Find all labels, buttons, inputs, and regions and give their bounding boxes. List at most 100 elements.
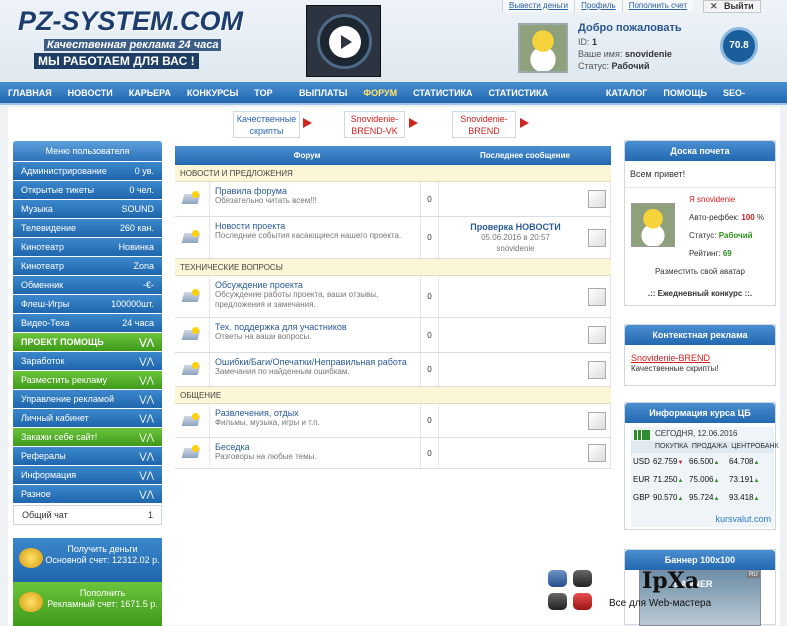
menu-item-place-ad[interactable]: Разместить рекламу ⋁⋀ (13, 371, 162, 389)
menu-item-project-help[interactable]: ПРОЕКТ ПОМОЩЬ ⋁⋀ (13, 333, 162, 351)
menu-item-earnings[interactable]: Заработок ⋁⋀ (13, 352, 162, 370)
site-logo[interactable]: PZ-SYSTEM.COM (18, 6, 243, 37)
menu-item-video[interactable]: Видео-Теха 24 часа (13, 314, 162, 332)
nav-career[interactable]: КАРЬЕРА (121, 82, 179, 103)
menu-item-tickets[interactable]: Открытые тикеты 0 чел. (13, 181, 162, 199)
menu-item-manage-ads[interactable]: Управление рекламой ⋁⋀ (13, 390, 162, 408)
promo-scripts[interactable]: Качественные скрипты (233, 111, 300, 138)
promo-brend-vk[interactable]: Snovidenie- BREND-VK (344, 111, 405, 138)
nav-payouts[interactable]: ВЫПЛАТЫ (291, 82, 355, 103)
last-thumb[interactable] (588, 326, 606, 344)
menu-item-cinema[interactable]: Кинотеатр Новинка (13, 238, 162, 256)
rates-source-link[interactable]: kursvalut.com (715, 514, 771, 524)
down-arrow-icon: ▼ (677, 460, 684, 466)
profile-link[interactable]: Профиль (574, 0, 622, 12)
menu-item-flash-games[interactable]: Флеш-Игры 100000шт. (13, 295, 162, 313)
menu-item-misc[interactable]: Разное ⋁⋀ (13, 485, 162, 503)
ipxa-logo[interactable]: IpXa Все для Web-мастера (548, 568, 758, 625)
last-thumb[interactable] (588, 287, 606, 306)
cb-rates-box: Информация курса ЦБ СЕГОДНЯ, 12.06.2016 … (624, 402, 779, 530)
topup-link[interactable]: Пополнить счет (621, 0, 694, 12)
withdraw-link[interactable]: Вывести деньги (502, 0, 575, 12)
last-user[interactable]: snovidenie (496, 244, 534, 253)
promo-brend-line1: Snovidenie- (460, 114, 508, 124)
user-status-line: Статус: Рабочий (578, 60, 708, 72)
nav-forum[interactable]: ФОРУМ (355, 82, 405, 103)
menu-item-info[interactable]: Информация ⋁⋀ (13, 466, 162, 484)
menu-label: Кинотеатр (21, 242, 65, 252)
up-arrow-icon: ▲ (713, 460, 720, 466)
last-thumb[interactable] (588, 444, 606, 462)
menu-item-cinema-zona[interactable]: Кинотеатр Zona (13, 257, 162, 275)
honor-rating-line: Рейтинг: 69 (689, 245, 764, 263)
last-thumb[interactable] (588, 360, 606, 379)
menu-item-admin[interactable]: Администрирование 0 ув. (13, 162, 162, 180)
forum-row[interactable]: Тех. поддержка для участников Ответы на в… (175, 318, 611, 353)
user-menu: Администрирование 0 ув. Открытые тикеты 0 … (13, 162, 162, 504)
user-avatar[interactable] (518, 23, 568, 73)
menu-item-music[interactable]: Музыка SOUND (13, 200, 162, 218)
honor-avatar[interactable] (631, 203, 675, 247)
forum-title[interactable]: Правила форума (215, 186, 415, 196)
general-chat-link[interactable]: Общий чат 1 (13, 505, 162, 525)
honor-name[interactable]: Я snovidenie (689, 191, 764, 209)
nav-ad-stats[interactable]: СТАТИСТИКА РЕКЛАМЫ (481, 82, 598, 120)
nav-stats[interactable]: СТАТИСТИКА (405, 82, 480, 103)
promo-scripts-line2: скрипты (249, 126, 284, 136)
forum-row[interactable]: Новости проекта Последние события касающи… (175, 217, 611, 259)
forum-title-cell: Ошибки/Баги/Опечатки/Неправильная работа… (210, 353, 421, 386)
forum-row[interactable]: Беседка Разговоры на любые темы. 0 (175, 438, 611, 469)
last-thumb[interactable] (588, 411, 606, 430)
context-ad-box: Контекстная реклама Snovidenie-BREND Кач… (624, 324, 776, 386)
daily-contest-link[interactable]: .:: Ежедневный конкурс ::. (625, 289, 775, 298)
context-link[interactable]: Snovidenie-BREND (625, 345, 775, 363)
last-message: Проверка НОВОСТИ 05.06.2016 в 20:57 snovid… (439, 217, 611, 258)
topup-button[interactable]: Пополнить Рекламный счет: 1671.5 р. (13, 582, 162, 626)
rate-sell: 66.500 (689, 457, 714, 466)
exit-button[interactable]: ✕ Выйти (703, 0, 761, 13)
menu-label: Открытые тикеты (21, 185, 95, 195)
menu-item-referrals[interactable]: Рефералы ⋁⋀ (13, 447, 162, 465)
expand-icon: ⋁⋀ (139, 374, 154, 385)
nav-top30[interactable]: TOP 30 (246, 82, 291, 120)
last-title[interactable]: Проверка НОВОСТИ (443, 222, 588, 232)
expand-icon: ⋁⋀ (139, 336, 154, 347)
menu-value: 100000шт. (111, 299, 154, 309)
forum-row[interactable]: Развлечения, отдых Фильмы, музыка, игры и… (175, 404, 611, 438)
withdraw-button[interactable]: Получить деньги Основной счет: 12312.02 р… (13, 538, 162, 582)
last-thumb[interactable] (588, 228, 606, 247)
menu-item-order-site[interactable]: Закажи себе сайт! ⋁⋀ (13, 428, 162, 446)
forum-title[interactable]: Развлечения, отдых (215, 408, 415, 418)
nav-help[interactable]: ПОМОЩЬ (655, 82, 715, 103)
place-avatar-link[interactable]: Разместить свой аватар (625, 267, 775, 276)
nav-catalog[interactable]: КАТАЛОГ (598, 82, 656, 103)
nav-seo-fast[interactable]: SEO-FAST (715, 82, 773, 120)
forum-row[interactable]: Правила форума Обязательно читать всем!!!… (175, 182, 611, 217)
forum-title[interactable]: Обсуждение проекта (215, 280, 415, 290)
nav-news[interactable]: НОВОСТИ (60, 82, 121, 103)
rate-buy: 62.759 (653, 457, 678, 466)
promo-brend[interactable]: Snovidenie- BREND (452, 111, 516, 138)
menu-label: Кинотеатр (21, 261, 65, 271)
last-thumb[interactable] (588, 190, 606, 208)
menu-item-exchange[interactable]: Обменник -€- (13, 276, 162, 294)
forum-title[interactable]: Тех. поддержка для участников (215, 322, 415, 332)
context-text: Качественные скрипты! (631, 364, 719, 373)
video-player[interactable] (306, 5, 381, 77)
menu-item-tv[interactable]: Телевидение 260 кан. (13, 219, 162, 237)
forum-title[interactable]: Новости проекта (215, 221, 415, 231)
forum-row[interactable]: Обсуждение проекта Обсуждение работы прое… (175, 276, 611, 318)
rate-row: GBP 90.570▲ 95.724▲ 93.418▲ (631, 489, 774, 507)
menu-label: ПРОЕКТ ПОМОЩЬ (21, 337, 104, 347)
play-icon[interactable] (329, 26, 361, 58)
nav-contests[interactable]: КОНКУРСЫ (179, 82, 246, 103)
arrow-icon (520, 118, 529, 128)
menu-item-cabinet[interactable]: Личный кабинет ⋁⋀ (13, 409, 162, 427)
forum-title[interactable]: Беседка (215, 442, 415, 452)
nav-home[interactable]: ГЛАВНАЯ (0, 82, 60, 103)
last-message (439, 353, 611, 386)
forum-row[interactable]: Ошибки/Баги/Опечатки/Неправильная работа… (175, 353, 611, 387)
forum-title[interactable]: Ошибки/Баги/Опечатки/Неправильная работа (215, 357, 415, 367)
banner-title: Баннер 100x100 (625, 550, 775, 570)
rate-row: USD 62.759▼ 66.500▲ 64.708▲ (631, 453, 774, 471)
